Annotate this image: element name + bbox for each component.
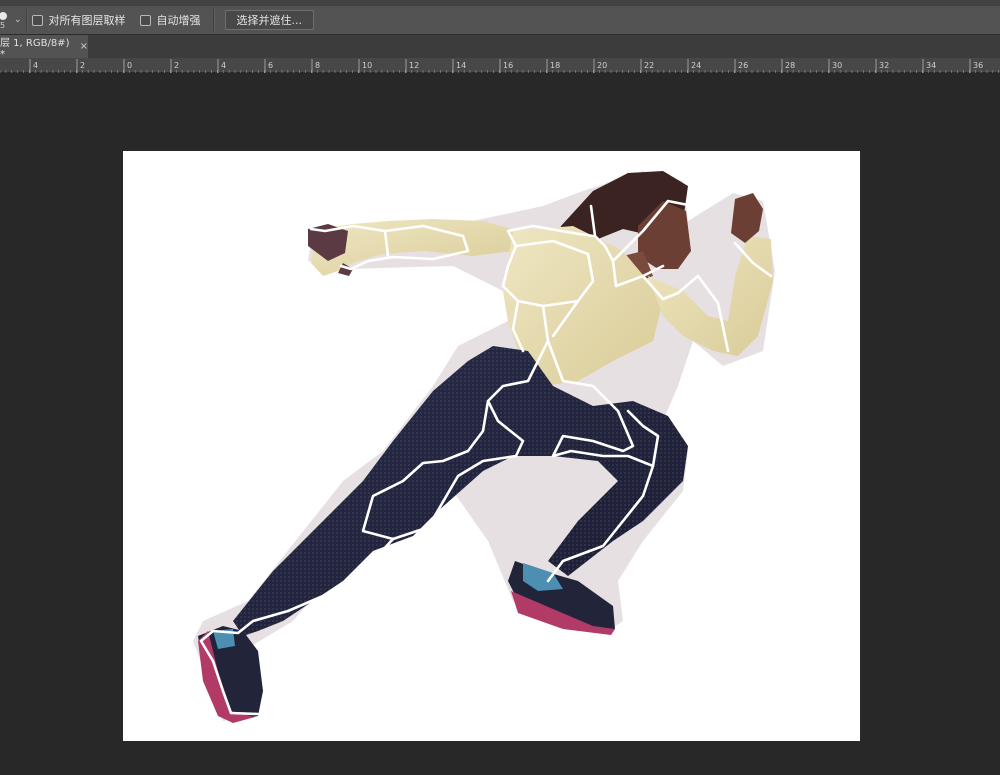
document-canvas[interactable] xyxy=(123,151,860,741)
ruler-label: 34 xyxy=(926,61,936,70)
brush-size-hint: 5 xyxy=(0,21,6,30)
close-icon[interactable]: × xyxy=(80,41,88,52)
document-tab-bar: 层 1, RGB/8#) * × xyxy=(0,35,1000,60)
select-and-mask-button[interactable]: 选择并遮住... xyxy=(224,10,315,30)
checkbox-box[interactable] xyxy=(31,14,43,26)
options-bar: 5 ⌄ 对所有图层取样 自动增强 选择并遮住... xyxy=(0,0,1000,35)
sample-all-layers-label: 对所有图层取样 xyxy=(48,14,126,27)
ruler-label: 14 xyxy=(456,61,466,70)
ruler-label: 26 xyxy=(738,61,748,70)
runner-image xyxy=(193,171,775,723)
ruler-label: 20 xyxy=(597,61,607,70)
ruler-ticks: 4 2 0 2 4 6 8 10 12 14 16 18 20 22 24 26 28 30 32 34 36 xyxy=(0,59,1000,73)
auto-enhance-label: 自动增强 xyxy=(156,14,201,27)
sample-all-layers-checkbox[interactable]: 对所有图层取样 xyxy=(31,12,126,28)
ruler-label: 2 xyxy=(174,61,179,70)
brush-dot-icon xyxy=(0,12,7,20)
document-tab[interactable]: 层 1, RGB/8#) * × xyxy=(0,35,88,60)
brush-size-icon[interactable]: 5 xyxy=(0,10,11,30)
ruler-label: 4 xyxy=(221,61,226,70)
ruler-label: 12 xyxy=(409,61,419,70)
auto-enhance-checkbox[interactable]: 自动增强 xyxy=(139,12,201,28)
ruler-label: 30 xyxy=(832,61,842,70)
ruler-label: 28 xyxy=(785,61,795,70)
ruler-label: 6 xyxy=(268,61,273,70)
ruler-label: 18 xyxy=(550,61,560,70)
ruler-label: 22 xyxy=(644,61,654,70)
document-tab-title: 层 1, RGB/8#) * xyxy=(0,37,70,60)
ruler-label: 8 xyxy=(315,61,320,70)
horizontal-ruler[interactable]: 4 2 0 2 4 6 8 10 12 14 16 18 20 22 24 26 28 30 32 34 36 xyxy=(0,58,1000,73)
ruler-label: 0 xyxy=(127,61,132,70)
checkbox-box[interactable] xyxy=(139,14,151,26)
ruler-label: 4 xyxy=(33,61,38,70)
ruler-label: 24 xyxy=(691,61,701,70)
divider xyxy=(212,9,215,31)
ruler-label: 36 xyxy=(973,61,983,70)
ruler-label: 2 xyxy=(80,61,85,70)
ruler-label: 10 xyxy=(362,61,372,70)
ruler-label: 16 xyxy=(503,61,513,70)
ruler-label: 32 xyxy=(879,61,889,70)
chevron-down-icon[interactable]: ⌄ xyxy=(14,15,22,25)
divider xyxy=(25,9,28,31)
